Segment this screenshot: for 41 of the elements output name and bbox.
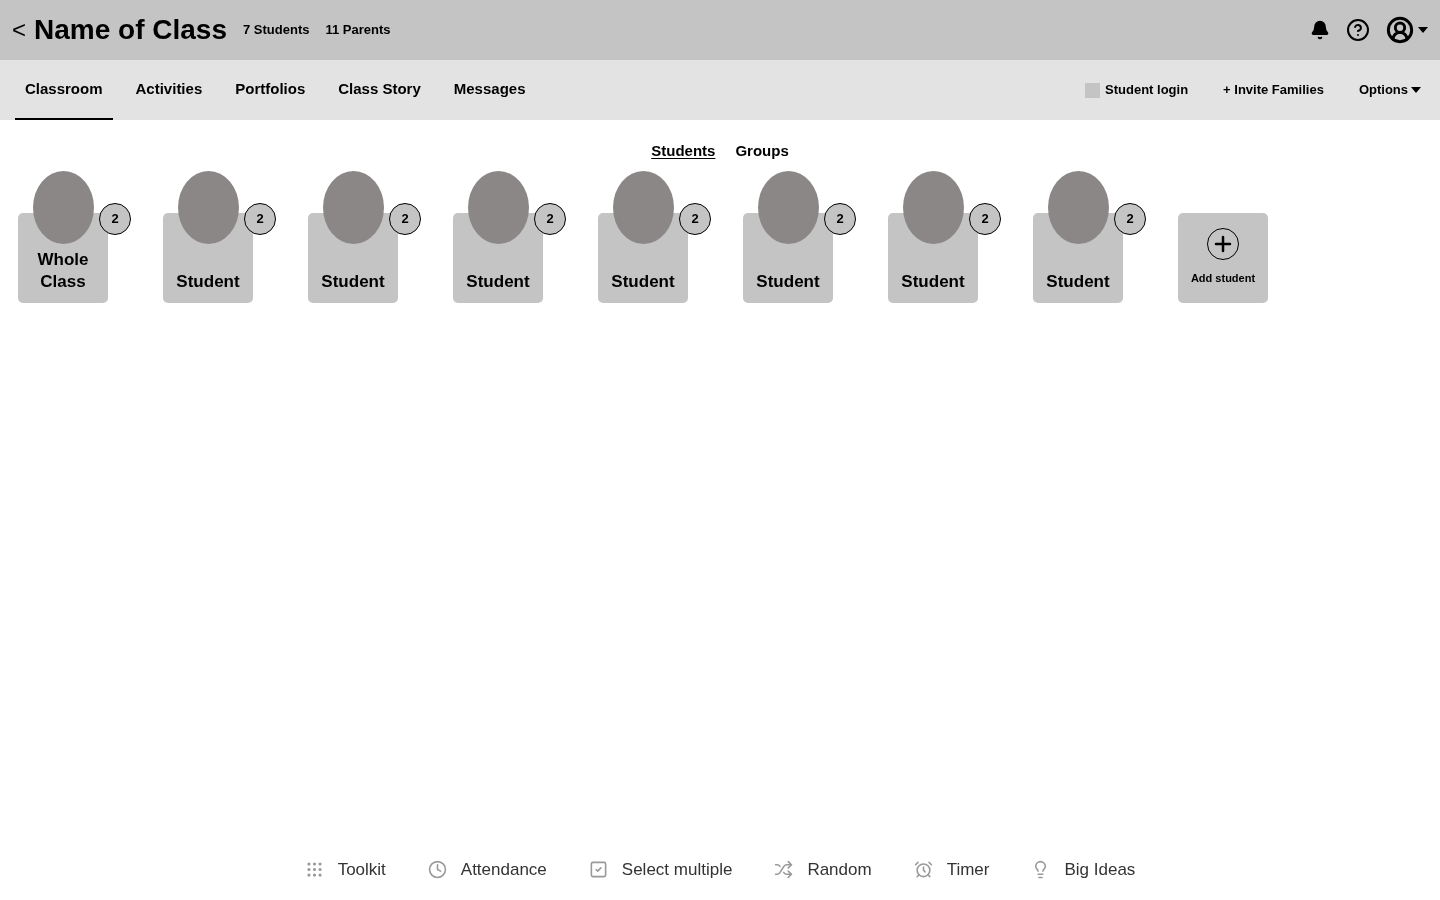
options-menu[interactable]: Options <box>1358 80 1425 100</box>
notification-bell-icon[interactable] <box>1310 20 1330 40</box>
alarm-clock-icon <box>913 859 933 879</box>
toolbar-button[interactable]: Toolkit <box>304 856 386 882</box>
points-badge: 2 <box>969 202 1001 235</box>
nav-tab[interactable]: Class Story <box>328 60 431 120</box>
back-button[interactable]: < <box>12 12 26 48</box>
help-icon[interactable] <box>1346 18 1370 42</box>
nav-tab[interactable]: Classroom <box>15 60 113 120</box>
points-badge: 2 <box>534 202 566 235</box>
count-label: 7 Students <box>243 21 310 40</box>
nav-tab[interactable]: Activities <box>125 60 213 120</box>
checkbox[interactable] <box>1085 82 1101 98</box>
clock-icon <box>427 859 447 879</box>
account-menu[interactable] <box>1386 16 1428 44</box>
toolbar-button[interactable]: Select multiple <box>588 856 733 882</box>
points-badge: 2 <box>244 202 276 235</box>
class-title: Name of Class <box>34 13 227 47</box>
invite-families-button[interactable]: + Invite Families <box>1223 80 1324 100</box>
points-badge: 2 <box>389 202 421 235</box>
points-badge: 2 <box>824 202 856 235</box>
student-login-label: Student login <box>1105 81 1189 100</box>
toolbar-button[interactable]: Big Ideas <box>1031 856 1136 882</box>
caret-icon <box>1411 87 1421 93</box>
points-badge: 2 <box>99 202 131 235</box>
view-tab[interactable]: Groups <box>735 140 789 163</box>
view-tab[interactable]: Students <box>651 140 716 163</box>
checkbox-icon <box>588 859 608 879</box>
count-label: 11 Parents <box>325 21 391 40</box>
grid-dots-icon <box>304 859 324 879</box>
nav-tab[interactable]: Messages <box>443 60 536 120</box>
shuffle-icon <box>774 859 794 879</box>
toolbar-button[interactable]: Attendance <box>427 856 547 882</box>
add-student-button[interactable]: Add student <box>1178 212 1268 303</box>
points-badge: 2 <box>679 202 711 235</box>
caret-icon <box>1418 27 1428 33</box>
points-badge: 2 <box>1114 202 1146 235</box>
toolbar-button[interactable]: Random <box>774 856 872 882</box>
nav-tab[interactable]: Portfolios <box>225 60 316 120</box>
user-icon <box>1386 16 1414 44</box>
toolbar-button[interactable]: Timer <box>913 856 990 882</box>
